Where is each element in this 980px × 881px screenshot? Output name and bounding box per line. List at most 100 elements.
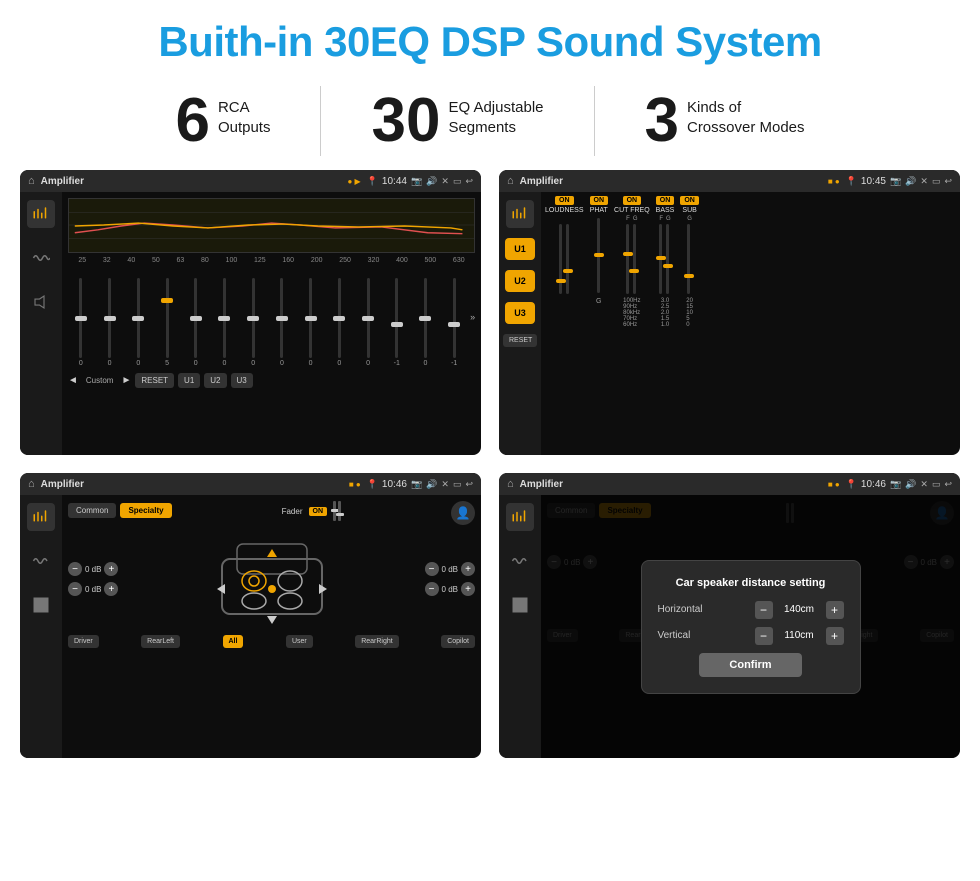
loudness-slider1[interactable] — [559, 224, 562, 294]
cutfreq-thumb2[interactable] — [629, 269, 639, 273]
eq-thumb-3[interactable] — [161, 298, 173, 303]
eq-thumb-4[interactable] — [190, 316, 202, 321]
eq-track-13[interactable] — [453, 278, 456, 358]
eq-thumb-10[interactable] — [362, 316, 374, 321]
eq-thumb-7[interactable] — [276, 316, 288, 321]
eq-thumb-8[interactable] — [305, 316, 317, 321]
eq-thumb-13[interactable] — [448, 322, 460, 327]
home-icon-4: ⌂ — [507, 478, 514, 490]
eq-thumb-9[interactable] — [333, 316, 345, 321]
eq-track-12[interactable] — [424, 278, 427, 358]
eq-slider-2: 0 — [125, 278, 151, 367]
eq-prev[interactable]: ◄ — [68, 375, 78, 386]
sub-slider[interactable] — [687, 224, 690, 294]
fader-sl1[interactable] — [333, 501, 336, 521]
phat-slider[interactable] — [597, 218, 600, 293]
bass-on: ON — [656, 196, 675, 205]
sp-rearright-btn[interactable]: RearRight — [355, 635, 399, 648]
eq-track-1[interactable] — [108, 278, 111, 358]
fader-t2[interactable] — [336, 513, 344, 516]
cross-sidebar-eq[interactable] — [506, 200, 534, 228]
cross-reset[interactable]: RESET — [503, 334, 537, 347]
sub-thumb[interactable] — [684, 274, 694, 278]
fader-sl2[interactable] — [338, 501, 341, 521]
vol-minus-tl[interactable]: − — [68, 562, 82, 576]
vol-plus-tr[interactable]: + — [461, 562, 475, 576]
vol-plus-br[interactable]: + — [461, 582, 475, 596]
cutfreq-slider1[interactable] — [626, 224, 629, 294]
vol-minus-tr[interactable]: − — [425, 562, 439, 576]
sp-driver-btn[interactable]: Driver — [68, 635, 99, 648]
eq-sidebar-equalizer[interactable] — [27, 200, 55, 228]
eq-u3-btn[interactable]: U3 — [231, 373, 253, 388]
dlg-sidebar-wave[interactable] — [506, 547, 534, 575]
profile-icon[interactable]: 👤 — [451, 501, 475, 525]
eq-thumb-0[interactable] — [75, 316, 87, 321]
vol-plus-tl[interactable]: + — [104, 562, 118, 576]
phat-thumb[interactable] — [594, 253, 604, 257]
vol-minus-br[interactable]: − — [425, 582, 439, 596]
eq-track-0[interactable] — [79, 278, 82, 358]
horizontal-minus[interactable]: − — [755, 601, 773, 619]
status-time-1: 10:44 — [382, 176, 407, 187]
eq-thumb-6[interactable] — [247, 316, 259, 321]
sp-user-btn[interactable]: User — [286, 635, 313, 648]
tab-specialty[interactable]: Specialty — [120, 503, 171, 518]
eq-thumb-2[interactable] — [132, 316, 144, 321]
confirm-button[interactable]: Confirm — [699, 653, 801, 677]
vol-minus-bl[interactable]: − — [68, 582, 82, 596]
bass-thumb2[interactable] — [663, 264, 673, 268]
sp-sidebar-eq[interactable] — [27, 503, 55, 531]
eq-track-6[interactable] — [252, 278, 255, 358]
eq-next[interactable]: ► — [121, 375, 131, 386]
eq-track-3[interactable] — [166, 278, 169, 358]
bass-slider1[interactable] — [659, 224, 662, 294]
eq-thumb-5[interactable] — [218, 316, 230, 321]
cross-u1[interactable]: U1 — [505, 238, 535, 260]
eq-track-7[interactable] — [280, 278, 283, 358]
status-bar-1: ⌂ Amplifier ● ▶ 📍 10:44 📷 🔊 ✕ ▭ ↩ — [20, 170, 481, 192]
eq-track-8[interactable] — [309, 278, 312, 358]
vertical-minus[interactable]: − — [755, 627, 773, 645]
eq-track-5[interactable] — [223, 278, 226, 358]
sp-rearleft-btn[interactable]: RearLeft — [141, 635, 180, 648]
horizontal-plus[interactable]: + — [826, 601, 844, 619]
bass-thumb1[interactable] — [656, 256, 666, 260]
eq-reset-btn[interactable]: RESET — [135, 373, 174, 388]
sp-sidebar-expand[interactable] — [27, 591, 55, 619]
eq-u1-btn[interactable]: U1 — [178, 373, 200, 388]
eq-track-4[interactable] — [194, 278, 197, 358]
eq-thumb-11[interactable] — [391, 322, 403, 327]
eq-track-9[interactable] — [338, 278, 341, 358]
cutfreq-thumb1[interactable] — [623, 252, 633, 256]
phat-label: PHAT — [590, 207, 608, 214]
eq-track-2[interactable] — [137, 278, 140, 358]
loudness-thumb2[interactable] — [563, 269, 573, 273]
eq-track-10[interactable] — [367, 278, 370, 358]
eq-thumb-12[interactable] — [419, 316, 431, 321]
vertical-plus[interactable]: + — [826, 627, 844, 645]
crossover-sidebar: U1 U2 U3 RESET — [499, 192, 541, 455]
eq-thumb-1[interactable] — [104, 316, 116, 321]
freq-250: 250 — [339, 257, 351, 264]
eq-sidebar-speaker[interactable] — [27, 288, 55, 316]
eq-track-11[interactable] — [395, 278, 398, 358]
vol-plus-bl[interactable]: + — [104, 582, 118, 596]
cross-u2[interactable]: U2 — [505, 270, 535, 292]
stat-eq: 30 EQ AdjustableSegments — [331, 90, 583, 152]
cross-u3[interactable]: U3 — [505, 302, 535, 324]
dlg-sidebar-eq[interactable] — [506, 503, 534, 531]
dlg-sidebar-expand[interactable] — [506, 591, 534, 619]
tab-common[interactable]: Common — [68, 503, 116, 518]
sp-all-btn[interactable]: All — [223, 635, 244, 648]
loudness-slider2[interactable] — [566, 224, 569, 294]
eq-val-1: 0 — [108, 360, 112, 367]
eq-u2-btn[interactable]: U2 — [204, 373, 226, 388]
eq-sidebar-wave[interactable] — [27, 244, 55, 272]
sp-copilot-btn[interactable]: Copilot — [441, 635, 475, 648]
pin-icon-2: 📍 — [846, 176, 857, 187]
cutfreq-slider2[interactable] — [633, 224, 636, 294]
bass-slider2[interactable] — [666, 224, 669, 294]
loudness-thumb1[interactable] — [556, 279, 566, 283]
sp-sidebar-wave[interactable] — [27, 547, 55, 575]
